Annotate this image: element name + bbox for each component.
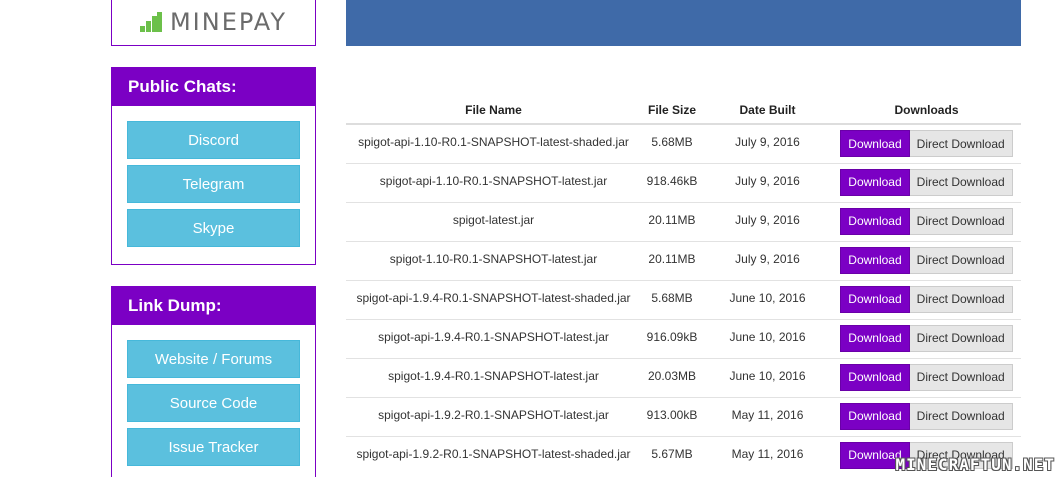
file-name: spigot-1.9.4-R0.1-SNAPSHOT-latest.jar	[346, 357, 641, 397]
file-name: spigot-1.10-R0.1-SNAPSHOT-latest.jar	[346, 240, 641, 280]
file-size: 916.09kB	[641, 318, 703, 358]
date-built: July 9, 2016	[703, 201, 832, 241]
table-header-row: File Name File Size Date Built Downloads	[346, 94, 1021, 125]
direct-download-button[interactable]: Direct Download	[909, 168, 1013, 196]
download-button[interactable]: Download	[840, 130, 910, 157]
builds-table: File Name File Size Date Built Downloads…	[346, 94, 1021, 475]
file-name: spigot-api-1.9.2-R0.1-SNAPSHOT-latest.ja…	[346, 396, 641, 436]
source-code-button[interactable]: Source Code	[127, 384, 300, 422]
downloads-header: Downloads	[832, 94, 1021, 125]
file-size-header: File Size	[641, 94, 703, 125]
date-built: June 10, 2016	[703, 279, 832, 319]
date-built: July 9, 2016	[703, 162, 832, 202]
file-name: spigot-api-1.9.4-R0.1-SNAPSHOT-latest.ja…	[346, 318, 641, 358]
downloads-cell: Download Direct Download	[832, 123, 1021, 163]
public-chats-panel: Public Chats: Discord Telegram Skype	[111, 67, 316, 265]
public-chats-title: Public Chats:	[112, 68, 315, 106]
file-size: 918.46kB	[641, 162, 703, 202]
file-name: spigot-api-1.10-R0.1-SNAPSHOT-latest-sha…	[346, 123, 641, 163]
link-dump-panel: Link Dump: Website / Forums Source Code …	[111, 286, 316, 477]
file-size: 5.68MB	[641, 123, 703, 163]
download-button[interactable]: Download	[840, 168, 910, 196]
date-built: June 10, 2016	[703, 318, 832, 358]
table-row: spigot-1.10-R0.1-SNAPSHOT-latest.jar 20.…	[346, 240, 1021, 280]
direct-download-button[interactable]: Direct Download	[909, 402, 1013, 430]
date-built: May 11, 2016	[703, 435, 832, 475]
direct-download-button[interactable]: Direct Download	[909, 246, 1013, 274]
file-size: 5.68MB	[641, 279, 703, 319]
website-forums-button[interactable]: Website / Forums	[127, 340, 300, 378]
file-size: 913.00kB	[641, 396, 703, 436]
downloads-cell: Download Direct Download	[832, 201, 1021, 241]
date-built: July 9, 2016	[703, 123, 832, 163]
file-size: 20.11MB	[641, 240, 703, 280]
discord-button[interactable]: Discord	[127, 121, 300, 159]
file-name: spigot-latest.jar	[346, 201, 641, 241]
date-built-header: Date Built	[703, 94, 832, 125]
download-button[interactable]: Download	[840, 246, 910, 274]
download-button[interactable]: Download	[840, 402, 910, 430]
direct-download-button[interactable]: Direct Download	[909, 363, 1013, 391]
table-row: spigot-api-1.10-R0.1-SNAPSHOT-latest-sha…	[346, 123, 1021, 163]
downloads-cell: Download Direct Download	[832, 357, 1021, 397]
downloads-cell: Download Direct Download	[832, 162, 1021, 202]
logo[interactable]: MINEPAY	[111, 0, 316, 46]
download-button[interactable]: Download	[840, 207, 910, 235]
direct-download-button[interactable]: Direct Download	[909, 285, 1013, 313]
date-built: May 11, 2016	[703, 396, 832, 436]
issue-tracker-button[interactable]: Issue Tracker	[127, 428, 300, 466]
date-built: June 10, 2016	[703, 357, 832, 397]
file-size: 20.11MB	[641, 201, 703, 241]
download-button[interactable]: Download	[840, 324, 910, 352]
download-button[interactable]: Download	[840, 363, 910, 391]
file-size: 5.67MB	[641, 435, 703, 475]
file-name: spigot-api-1.10-R0.1-SNAPSHOT-latest.jar	[346, 162, 641, 202]
logo-text: MINEPAY	[169, 7, 288, 36]
direct-download-button[interactable]: Direct Download	[909, 207, 1013, 235]
table-row: spigot-api-1.9.4-R0.1-SNAPSHOT-latest.ja…	[346, 318, 1021, 358]
file-name-header: File Name	[346, 94, 641, 125]
date-built: July 9, 2016	[703, 240, 832, 280]
direct-download-button[interactable]: Direct Download	[909, 324, 1013, 352]
table-row: spigot-api-1.10-R0.1-SNAPSHOT-latest.jar…	[346, 162, 1021, 202]
file-name: spigot-api-1.9.2-R0.1-SNAPSHOT-latest-sh…	[346, 435, 641, 475]
table-row: spigot-1.9.4-R0.1-SNAPSHOT-latest.jar 20…	[346, 357, 1021, 397]
file-size: 20.03MB	[641, 357, 703, 397]
downloads-cell: Download Direct Download	[832, 318, 1021, 358]
table-row: spigot-api-1.9.4-R0.1-SNAPSHOT-latest-sh…	[346, 279, 1021, 319]
downloads-cell: Download Direct Download	[832, 396, 1021, 436]
download-button[interactable]: Download	[840, 285, 910, 313]
direct-download-button[interactable]: Direct Download	[909, 130, 1013, 157]
file-name: spigot-api-1.9.4-R0.1-SNAPSHOT-latest-sh…	[346, 279, 641, 319]
telegram-button[interactable]: Telegram	[127, 165, 300, 203]
skype-button[interactable]: Skype	[127, 209, 300, 247]
header-banner	[346, 0, 1021, 46]
table-row: spigot-api-1.9.2-R0.1-SNAPSHOT-latest.ja…	[346, 396, 1021, 436]
downloads-cell: Download Direct Download	[832, 240, 1021, 280]
downloads-cell: Download Direct Download	[832, 279, 1021, 319]
logo-bars-icon	[139, 11, 162, 32]
link-dump-title: Link Dump:	[112, 287, 315, 325]
watermark: MINECRAFTUN.NET	[895, 455, 1055, 474]
table-row: spigot-latest.jar 20.11MB July 9, 2016 D…	[346, 201, 1021, 241]
